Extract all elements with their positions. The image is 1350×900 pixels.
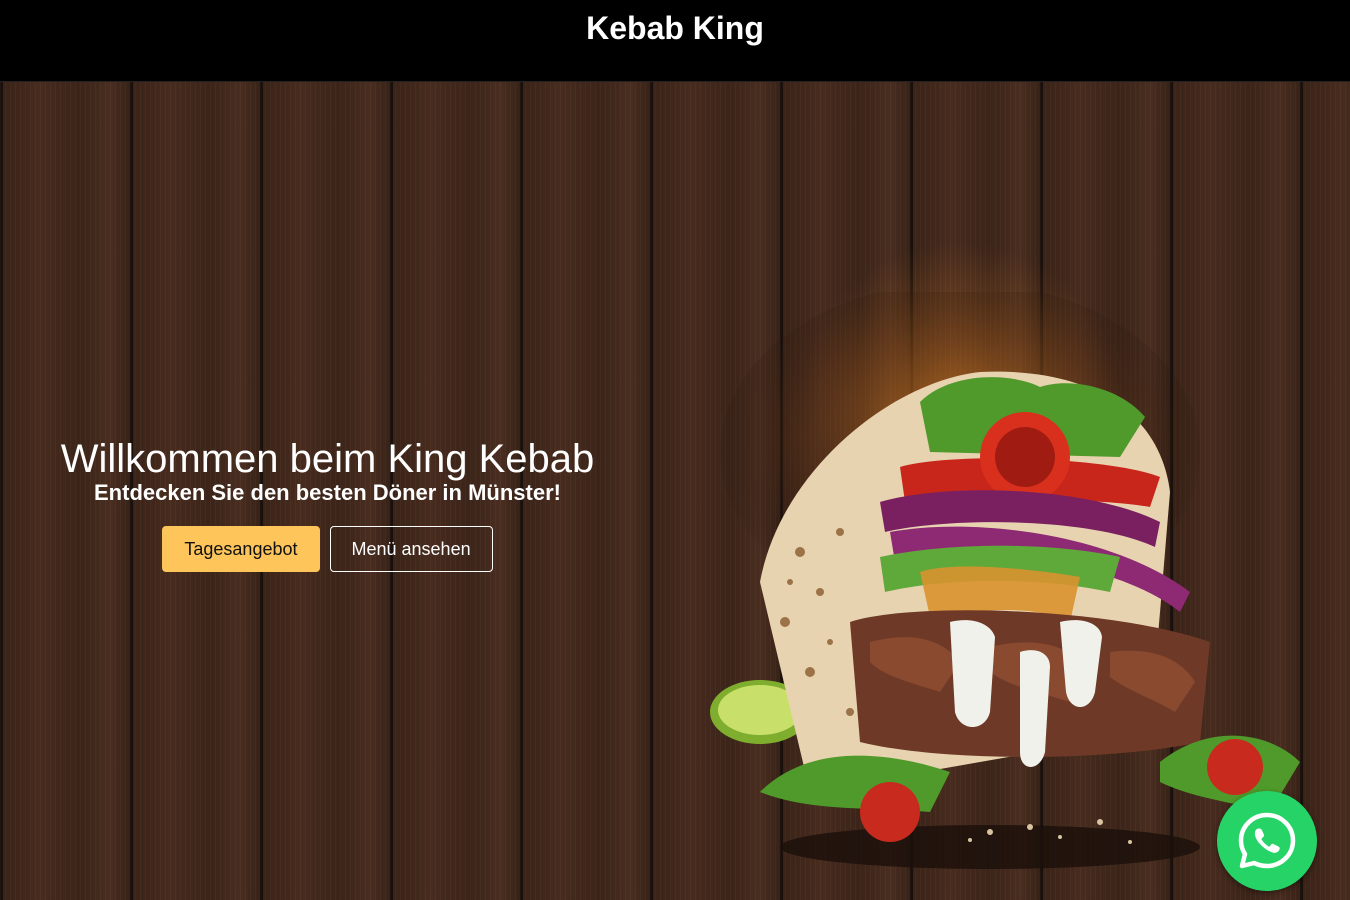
view-menu-button[interactable]: Menü ansehen xyxy=(329,526,493,572)
site-header: Kebab King xyxy=(0,0,1350,82)
cta-button-row: Tagesangebot Menü ansehen xyxy=(60,526,595,572)
hero-title: Willkommen beim King Kebab xyxy=(60,437,595,481)
whatsapp-icon xyxy=(1238,812,1296,869)
hero-content: Willkommen beim King Kebab Entdecken Sie… xyxy=(60,438,595,572)
whatsapp-button[interactable] xyxy=(1217,791,1317,891)
hero-section: Willkommen beim King Kebab Entdecken Sie… xyxy=(0,82,1350,900)
brand-title[interactable]: Kebab King xyxy=(586,10,764,47)
daily-offer-button[interactable]: Tagesangebot xyxy=(162,526,320,572)
hero-subtitle: Entdecken Sie den besten Döner in Münste… xyxy=(94,480,561,505)
doner-kebab-image xyxy=(710,292,1300,869)
